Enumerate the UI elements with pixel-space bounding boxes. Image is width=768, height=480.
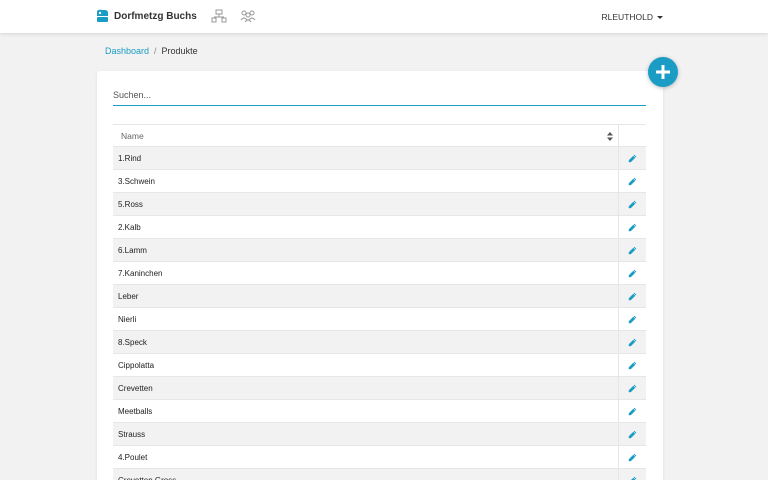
edit-button[interactable] bbox=[619, 469, 646, 480]
pencil-icon bbox=[628, 338, 637, 346]
edit-button[interactable] bbox=[619, 377, 646, 399]
pencil-icon bbox=[628, 315, 637, 323]
sort-icon bbox=[607, 132, 613, 141]
edit-button[interactable] bbox=[619, 262, 646, 284]
pencil-icon bbox=[628, 361, 637, 369]
product-name: Leber bbox=[113, 285, 619, 307]
user-name: RLEUTHOLD bbox=[601, 12, 653, 22]
product-name: 6.Lamm bbox=[113, 239, 619, 261]
edit-button[interactable] bbox=[619, 239, 646, 261]
product-name: 8.Speck bbox=[113, 331, 619, 353]
column-header-label: Name bbox=[121, 130, 144, 141]
product-name: Crevetten bbox=[113, 377, 619, 399]
edit-button[interactable] bbox=[619, 170, 646, 192]
table-row: 3.Schwein bbox=[113, 170, 646, 193]
product-name: 7.Kaninchen bbox=[113, 262, 619, 284]
product-name: 1.Rind bbox=[113, 147, 619, 169]
pencil-icon bbox=[628, 200, 637, 208]
table-row: Crevetten Gross bbox=[113, 469, 646, 480]
table-row: Leber bbox=[113, 285, 646, 308]
product-name: 5.Ross bbox=[113, 193, 619, 215]
product-name: Crevetten Gross bbox=[113, 469, 619, 480]
pencil-icon bbox=[628, 246, 637, 254]
table-row: Cippolatta bbox=[113, 354, 646, 377]
brand[interactable]: Dorfmetzg Buchs bbox=[96, 9, 197, 23]
table-row: 2.Kalb bbox=[113, 216, 646, 239]
sitemap-icon[interactable] bbox=[211, 9, 227, 23]
caret-down-icon bbox=[657, 15, 663, 19]
product-name: Strauss bbox=[113, 423, 619, 445]
table-body: 1.Rind 3.Schwein 5.Ross 2.Kalb 6.Lamm 7.Kanin… bbox=[113, 147, 646, 480]
edit-button[interactable] bbox=[619, 400, 646, 422]
table-row: 8.Speck bbox=[113, 331, 646, 354]
breadcrumb-dashboard-link[interactable]: Dashboard bbox=[105, 46, 149, 56]
breadcrumb-separator: / bbox=[154, 46, 157, 56]
table-header: Name bbox=[113, 124, 646, 147]
table-row: 5.Ross bbox=[113, 193, 646, 216]
pencil-icon bbox=[628, 223, 637, 231]
column-header-actions bbox=[619, 125, 646, 146]
pencil-icon bbox=[628, 269, 637, 277]
edit-button[interactable] bbox=[619, 285, 646, 307]
table-row: Strauss bbox=[113, 423, 646, 446]
products-card: Name 1.Rind3.Schwein5.Ross2.Kalb6.Lamm7.… bbox=[97, 71, 663, 480]
top-navbar: Dorfmetzg Buchs RLEUTHOLD bbox=[0, 0, 768, 33]
breadcrumb-current: Produkte bbox=[161, 46, 198, 56]
pencil-icon bbox=[628, 453, 637, 461]
edit-button[interactable] bbox=[619, 216, 646, 238]
pencil-icon bbox=[630, 476, 637, 480]
search-input[interactable] bbox=[113, 85, 646, 106]
user-menu[interactable]: RLEUTHOLD bbox=[602, 12, 663, 22]
plus-icon bbox=[656, 65, 670, 79]
edit-button[interactable] bbox=[619, 147, 646, 169]
pencil-icon bbox=[628, 154, 637, 162]
brand-name: Dorfmetzg Buchs bbox=[114, 10, 197, 22]
products-table: Name 1.Rind 3.Schwein 5.Ross 2.Kalb 6.Lamm 7.… bbox=[113, 124, 646, 480]
add-product-button[interactable] bbox=[648, 57, 678, 87]
product-name: 4.Poulet bbox=[113, 446, 619, 468]
product-name: Cippolatta bbox=[113, 354, 619, 376]
table-row: Crevetten bbox=[113, 377, 646, 400]
pencil-icon bbox=[628, 292, 637, 300]
product-name: Meetballs bbox=[113, 400, 619, 422]
butcher-logo-icon bbox=[97, 9, 108, 22]
table-row: 7.Kaninchen bbox=[113, 262, 646, 285]
edit-button[interactable] bbox=[619, 446, 646, 468]
users-icon[interactable] bbox=[240, 9, 256, 23]
edit-button[interactable] bbox=[619, 308, 646, 330]
table-row: Meetballs bbox=[113, 400, 646, 423]
product-name: 3.Schwein bbox=[113, 170, 619, 192]
column-header-name[interactable]: Name bbox=[113, 125, 619, 146]
edit-button[interactable] bbox=[619, 423, 646, 445]
product-name: 2.Kalb bbox=[113, 216, 619, 238]
table-row: 6.Lamm bbox=[113, 239, 646, 262]
table-row: 4.Poulet bbox=[113, 446, 646, 469]
table-row: Nierli bbox=[113, 308, 646, 331]
product-name: Nierli bbox=[113, 308, 619, 330]
pencil-icon bbox=[628, 177, 637, 185]
table-row: 1.Rind bbox=[113, 147, 646, 170]
pencil-icon bbox=[628, 407, 637, 415]
pencil-icon bbox=[628, 430, 637, 438]
breadcrumb: Dashboard / Produkte bbox=[105, 46, 198, 56]
edit-button[interactable] bbox=[619, 331, 646, 353]
edit-button[interactable] bbox=[619, 193, 646, 215]
pencil-icon bbox=[628, 384, 637, 392]
edit-button[interactable] bbox=[619, 354, 646, 376]
